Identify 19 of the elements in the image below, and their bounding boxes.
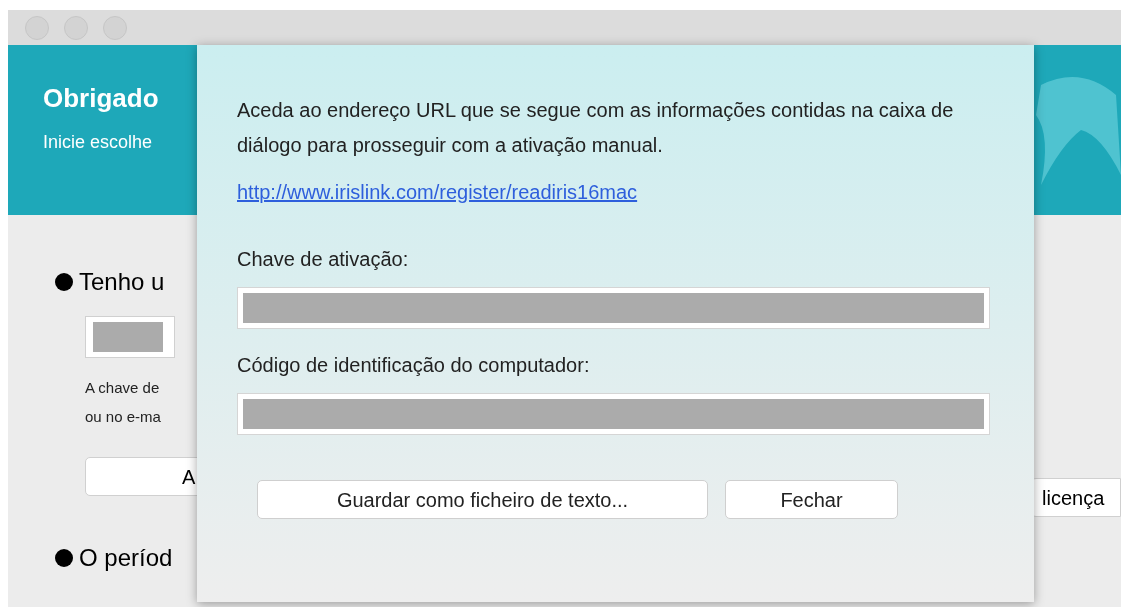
hint-text: A chave de — [85, 380, 161, 395]
code-field[interactable] — [237, 287, 990, 329]
license-button[interactable]: licença — [1031, 478, 1121, 517]
field-label: Código de identificação do computador: — [237, 355, 591, 375]
key-field[interactable] — [85, 316, 175, 358]
header-title: Obrigado — [43, 85, 159, 111]
register-link[interactable]: http://www.irislink.com/register/readiris16mac — [237, 177, 638, 207]
field-label: Chave de ativação: — [237, 249, 410, 269]
close-button[interactable]: Fechar — [725, 480, 898, 519]
radio-bullet[interactable] — [55, 549, 73, 567]
dialog-message: Aceda ao endereço URL que se segue com as informações contidas na caixa de diálogo para prosseguir com a ativação manual. — [237, 98, 955, 158]
radio-bullet[interactable] — [55, 273, 73, 291]
hint-text: ou no e-ma — [85, 409, 162, 424]
code-field[interactable] — [237, 393, 990, 435]
option-label: Tenho u — [79, 270, 165, 294]
option-label: O períod — [79, 546, 173, 570]
header-subtitle: Inicie escolhe — [43, 133, 154, 151]
save-text-button[interactable]: Guardar como ficheiro de texto... — [257, 480, 708, 519]
redaction-bar — [93, 322, 163, 352]
